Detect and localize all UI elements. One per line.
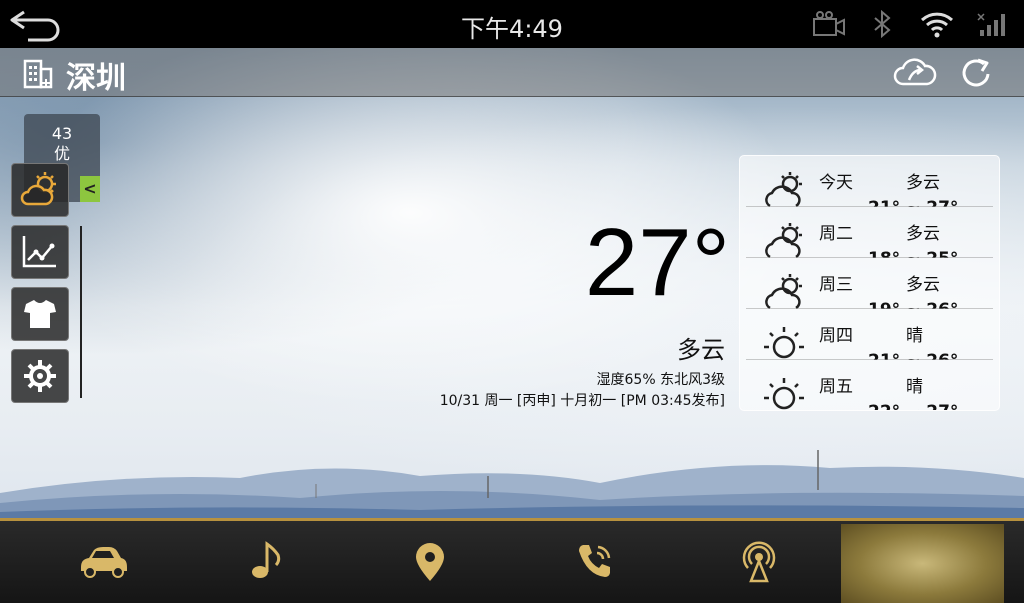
dock-item-navigation[interactable] <box>347 521 512 603</box>
sunny-icon <box>764 327 804 359</box>
forecast-condition: 晴 <box>906 326 923 346</box>
forecast-day: 周五 <box>819 377 853 397</box>
partly-cloudy-icon <box>765 223 802 258</box>
forecast-row[interactable]: 周三 多云 19° ~ 26° <box>740 258 999 309</box>
forecast-day: 周四 <box>819 326 853 346</box>
partly-cloudy-icon <box>765 274 802 309</box>
gear-icon <box>24 360 56 392</box>
line-chart-icon <box>22 236 56 268</box>
forecast-condition: 多云 <box>906 275 940 295</box>
aqi-expand-tab[interactable]: < <box>80 176 100 202</box>
cloud-upload-icon[interactable] <box>893 54 937 90</box>
aqi-level: 优 <box>53 144 70 163</box>
date-line: 10/31 周一 [丙申] 十月初一 [PM 03:45发布] <box>439 393 725 409</box>
dock-item-music[interactable] <box>185 521 350 603</box>
forecast-row[interactable]: 周四 晴 21° ~ 26° <box>740 309 999 360</box>
music-note-icon <box>251 541 280 578</box>
dock-item-phone[interactable] <box>512 521 677 603</box>
phone-icon <box>578 545 610 577</box>
current-temperature: 27° <box>584 209 730 316</box>
forecast-condition: 晴 <box>906 377 923 397</box>
sunny-icon <box>764 378 804 410</box>
sidebar-item-clothing[interactable] <box>11 287 69 341</box>
forecast-condition: 多云 <box>906 173 940 193</box>
video-camera-icon <box>813 11 845 36</box>
bottom-dock <box>0 518 1024 603</box>
forecast-condition: 多云 <box>906 224 940 244</box>
city-building-icon[interactable] <box>22 57 56 89</box>
forecast-row[interactable]: 周二 多云 18° ~ 25° <box>740 207 999 258</box>
partly-cloudy-icon <box>765 172 802 207</box>
forecast-range: 22° ~ 27° <box>868 402 958 410</box>
current-condition: 多云 <box>677 336 725 364</box>
forecast-panel[interactable]: 今天 多云 21° ~ 27° 周二 多云 18° ~ 25° 周三 多云 19… <box>739 155 1000 411</box>
sidebar-divider <box>80 226 82 398</box>
cellular-signal-icon <box>977 13 1005 36</box>
forecast-row[interactable]: 周五 晴 22° ~ 27° <box>740 360 999 410</box>
shirt-icon <box>24 300 56 328</box>
wifi-icon <box>920 12 954 38</box>
sun-cloud-icon <box>20 172 56 206</box>
location-pin-icon <box>415 543 444 581</box>
sidebar-item-weather[interactable] <box>11 163 69 217</box>
aqi-value: 43 <box>51 124 73 143</box>
mountain-landscape <box>0 450 1024 518</box>
bluetooth-icon <box>874 10 891 38</box>
dock-item-car[interactable] <box>20 521 185 603</box>
forecast-row[interactable]: 今天 多云 21° ~ 27° <box>740 156 999 207</box>
forecast-day: 周二 <box>819 224 853 244</box>
forecast-day: 今天 <box>819 173 853 193</box>
forecast-day: 周三 <box>819 275 853 295</box>
humidity-wind: 湿度65% 东北风3级 <box>596 372 725 388</box>
dock-item-active-slot[interactable] <box>841 524 1004 603</box>
car-icon <box>80 547 127 578</box>
status-bar: 下午4:49 <box>0 0 1024 48</box>
city-name[interactable]: 深圳 <box>66 53 126 97</box>
city-header: 深圳 <box>0 48 1024 97</box>
refresh-icon[interactable] <box>956 54 1000 90</box>
sidebar-item-trend[interactable] <box>11 225 69 279</box>
sidebar-item-settings[interactable] <box>11 349 69 403</box>
radio-tower-icon <box>742 541 775 583</box>
dock-item-radio[interactable] <box>676 521 841 603</box>
